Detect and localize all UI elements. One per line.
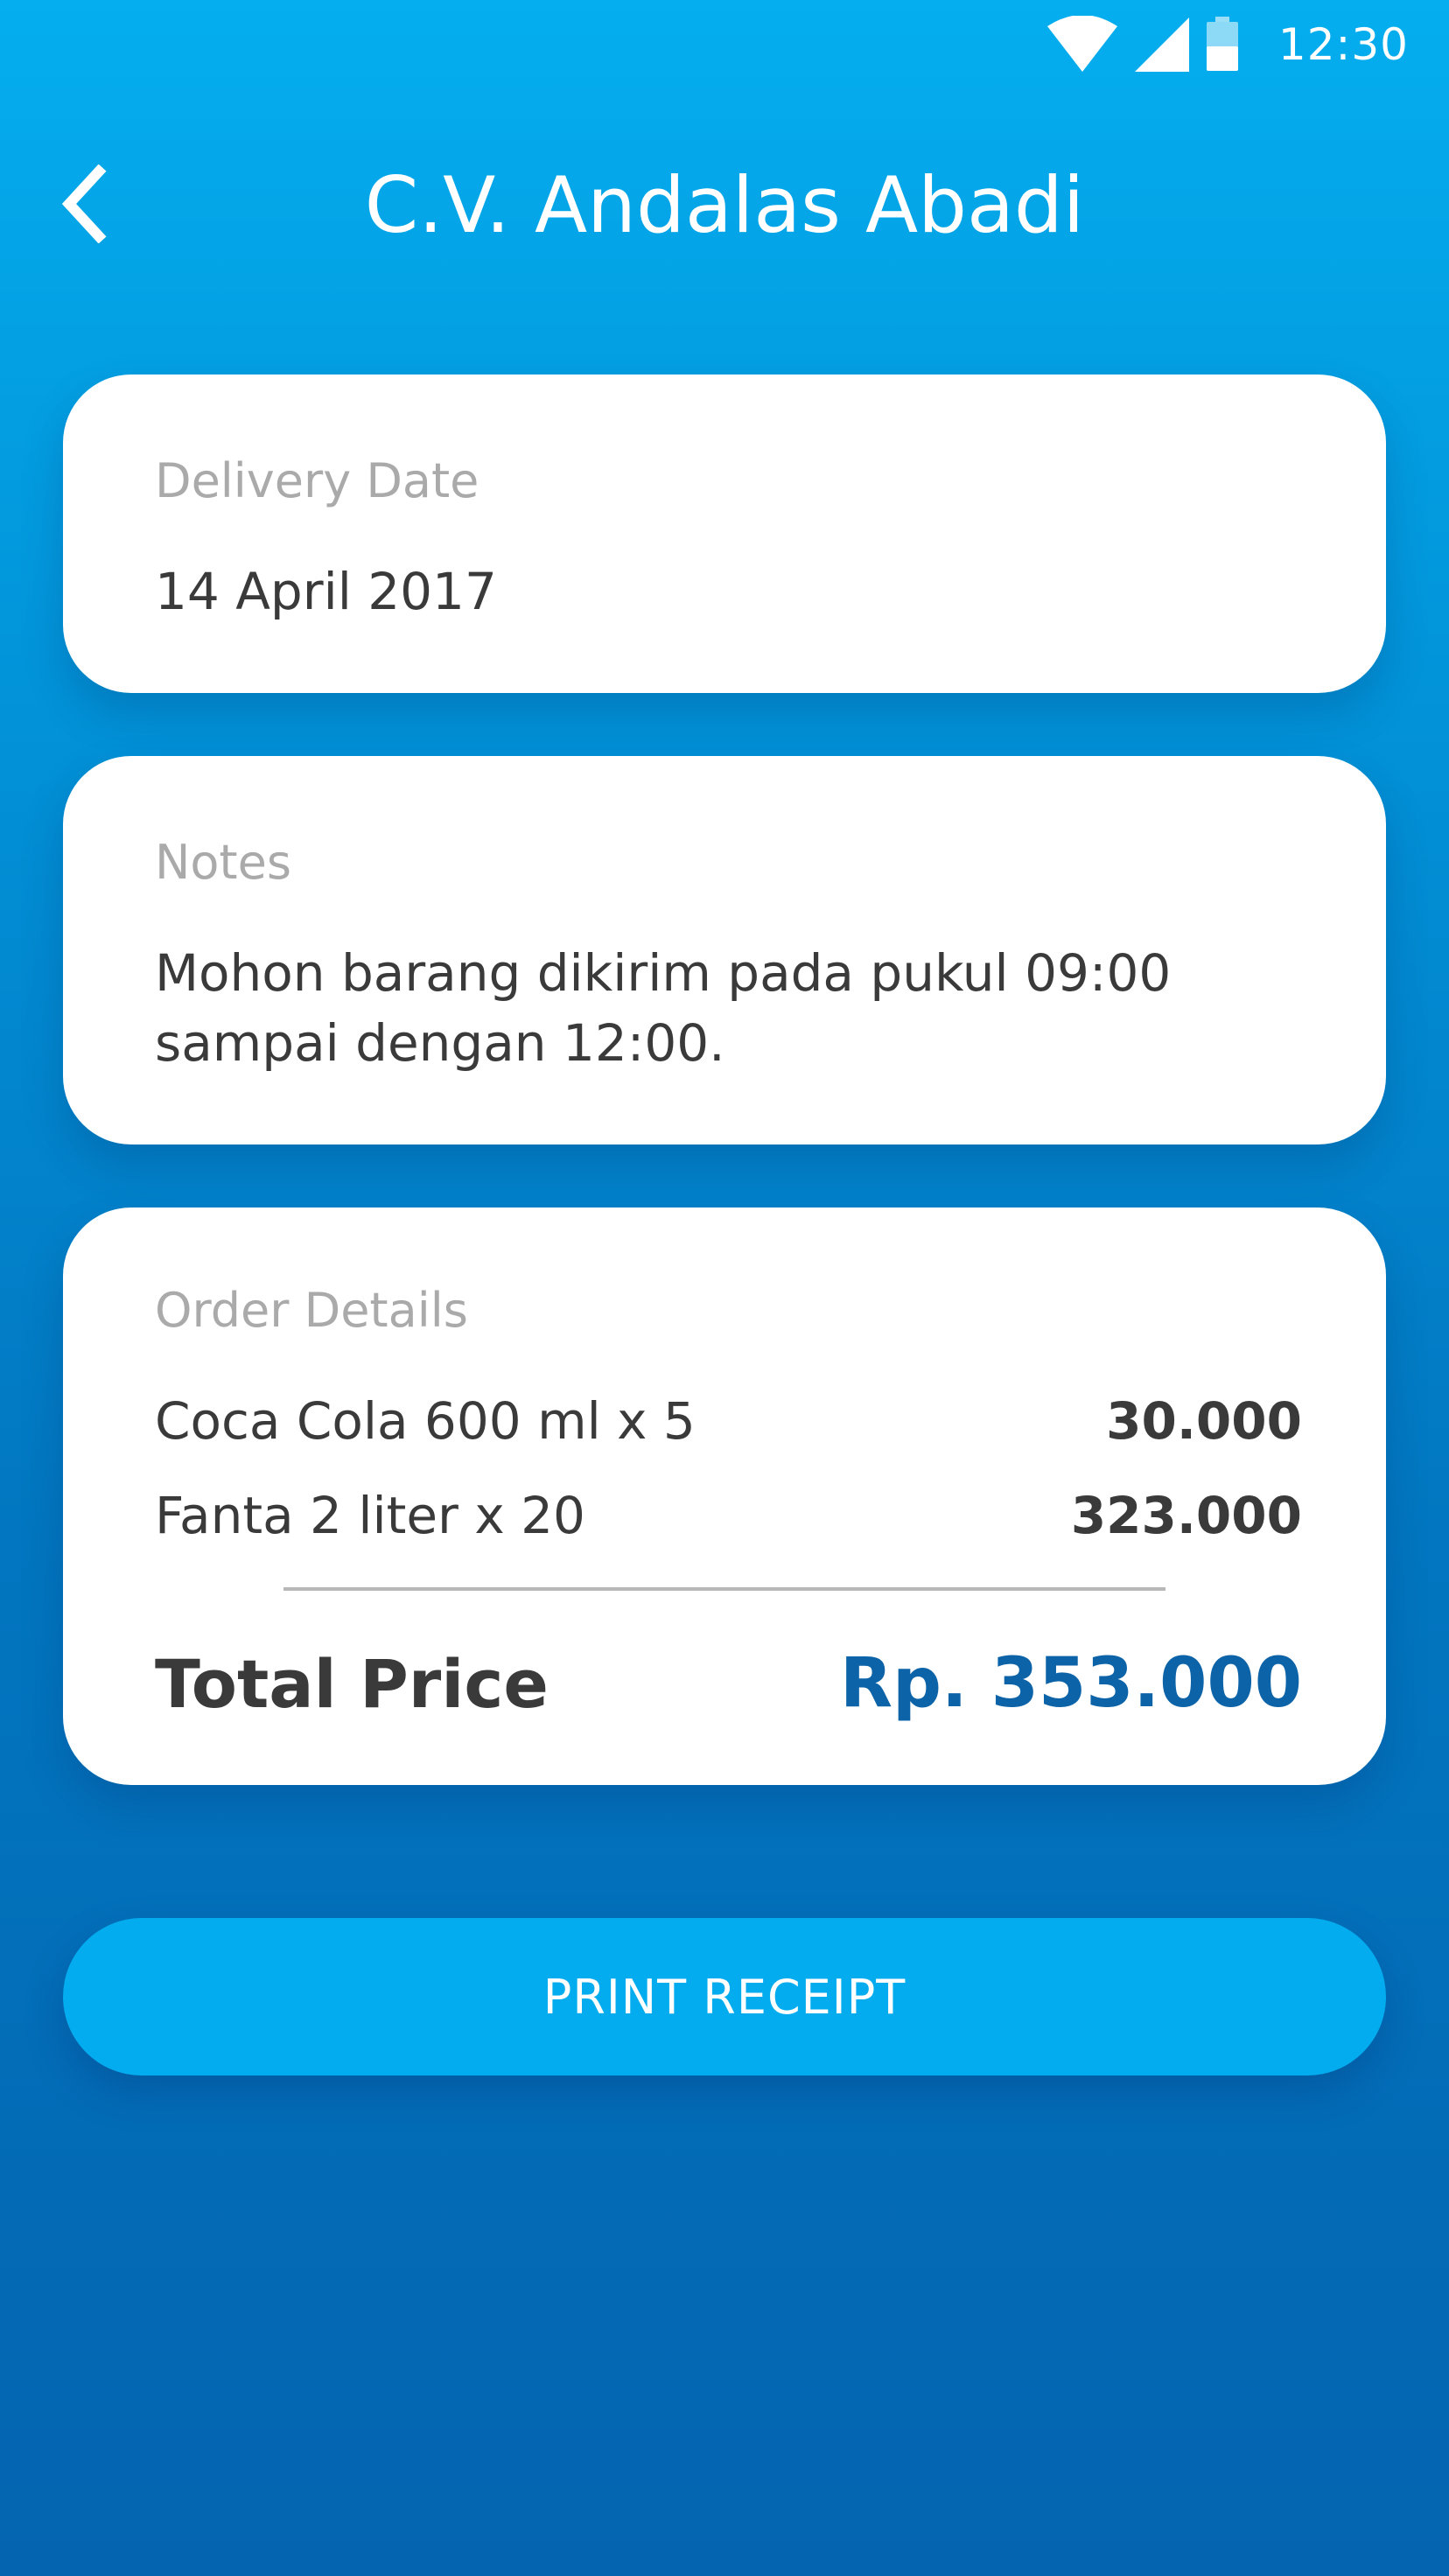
- notes-label: Notes: [155, 835, 291, 890]
- print-receipt-button[interactable]: PRINT RECEIPT: [63, 1918, 1386, 2076]
- delivery-date-value: 14 April 2017: [155, 562, 497, 621]
- order-details-label: Order Details: [155, 1283, 468, 1338]
- order-item-row: Coca Cola 600 ml x 5 30.000: [155, 1386, 1302, 1456]
- order-item-name: Coca Cola 600 ml x 5: [155, 1391, 696, 1451]
- app-header: C.V. Andalas Abadi: [0, 131, 1449, 280]
- order-item-price: 30.000: [1106, 1391, 1302, 1451]
- delivery-date-card: Delivery Date 14 April 2017: [63, 374, 1386, 693]
- status-icons: 12:30: [1046, 16, 1409, 74]
- order-item-name: Fanta 2 liter x 20: [155, 1486, 585, 1545]
- page-title: C.V. Andalas Abadi: [364, 160, 1085, 250]
- total-price-label: Total Price: [155, 1644, 549, 1723]
- cellular-signal-icon: [1133, 16, 1191, 74]
- order-item-price: 323.000: [1070, 1486, 1302, 1545]
- delivery-date-label: Delivery Date: [155, 453, 480, 508]
- order-divider: [284, 1587, 1166, 1591]
- notes-text: Mohon barang dikirim pada pukul 09:00 sa…: [155, 943, 1172, 1073]
- order-item-row: Fanta 2 liter x 20 323.000: [155, 1480, 1302, 1550]
- total-row: Total Price Rp. 353.000: [155, 1640, 1302, 1727]
- total-price-value: Rp. 353.000: [840, 1644, 1302, 1723]
- wifi-icon: [1046, 16, 1119, 74]
- battery-icon: [1205, 17, 1240, 73]
- notes-card: Notes Mohon barang dikirim pada pukul 09…: [63, 756, 1386, 1144]
- order-details-card: Order Details Coca Cola 600 ml x 5 30.00…: [63, 1208, 1386, 1785]
- status-bar: 12:30: [0, 0, 1449, 88]
- status-time: 12:30: [1278, 19, 1409, 70]
